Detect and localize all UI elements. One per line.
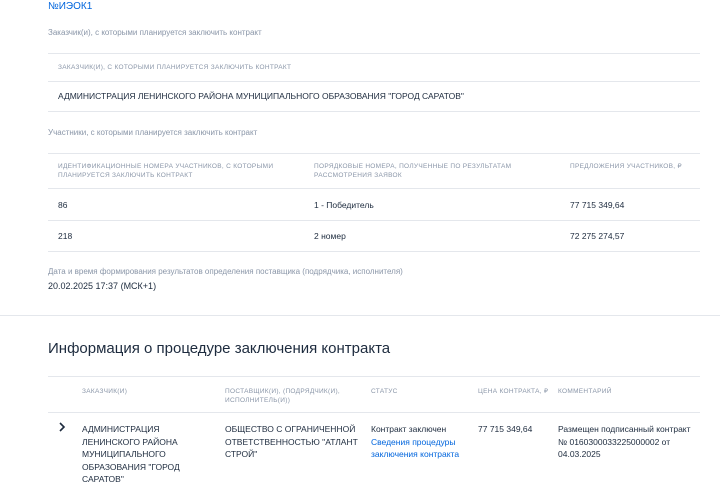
contract-header-customer: ЗАКАЗЧИК(И) [82,388,128,395]
purchase-number-link[interactable]: №ИЭОК1 [48,1,92,12]
contract-status: Контракт заключен [371,424,447,434]
divider [48,188,700,189]
divider [48,81,700,82]
divider [48,412,700,413]
contract-supplier: ОБЩЕСТВО С ОГРАНИЧЕННОЙ ОТВЕТСТВЕННОСТЬЮ… [225,424,358,459]
contract-header-price: ЦЕНА КОНТРАКТА, ₽ [478,388,549,395]
contract-customer: АДМИНИСТРАЦИЯ ЛЕНИНСКОГО РАЙОНА МУНИЦИПА… [82,424,180,484]
divider [48,53,700,54]
participant-id: 86 [58,200,68,210]
divider [48,251,700,252]
participants-header-ranks: ПОРЯДКОВЫЕ НОМЕРА, ПОЛУЧЕННЫЕ ПО РЕЗУЛЬТ… [314,163,512,179]
divider [48,376,700,377]
contract-comment: Размещен подписанный контракт № 01603000… [558,424,691,459]
contract-header-status: СТАТУС [371,388,398,395]
divider [48,111,700,112]
participant-offer: 72 275 274,57 [570,231,625,241]
contract-header-comment: КОММЕНТАРИЙ [558,388,612,395]
chevron-right-icon[interactable] [58,422,66,432]
contract-procedure-link[interactable]: Сведения процедуры заключения контракта [371,436,471,461]
datetime-value: 20.02.2025 17:37 (МСК+1) [48,281,157,291]
participant-rank: 1 - Победитель [314,200,374,210]
customers-section-label: Заказчик(и), с которыми планируется закл… [48,28,262,37]
datetime-label: Дата и время формирования результатов оп… [48,267,403,276]
participants-header-offers: ПРЕДЛОЖЕНИЯ УЧАСТНИКОВ, ₽ [570,163,682,170]
participant-offer: 77 715 349,64 [570,200,625,210]
contract-header-supplier: ПОСТАВЩИК(И), (ПОДРЯДЧИК(И), ИСПОЛНИТЕЛЬ… [225,388,341,404]
participant-rank: 2 номер [314,231,346,241]
contract-price: 77 715 349,64 [478,424,533,434]
section-divider [0,315,720,316]
chevron-right-icon[interactable] [58,421,66,435]
participant-id: 218 [58,231,73,241]
customer-name: АДМИНИСТРАЦИЯ ЛЕНИНСКОГО РАЙОНА МУНИЦИПА… [58,91,464,101]
customers-table-header: ЗАКАЗЧИК(И), С КОТОРЫМИ ПЛАНИРУЕТСЯ ЗАКЛ… [58,64,292,71]
divider [48,220,700,221]
contract-status-cell: Контракт заключен Сведения процедуры зак… [371,423,471,461]
contract-section-title: Информация о процедуре заключения контра… [48,340,391,357]
divider [48,153,700,154]
participants-header-ids: ИДЕНТИФИКАЦИОННЫЕ НОМЕРА УЧАСТНИКОВ, С К… [58,163,274,179]
participants-section-label: Участники, с которыми планируется заключ… [48,128,258,137]
